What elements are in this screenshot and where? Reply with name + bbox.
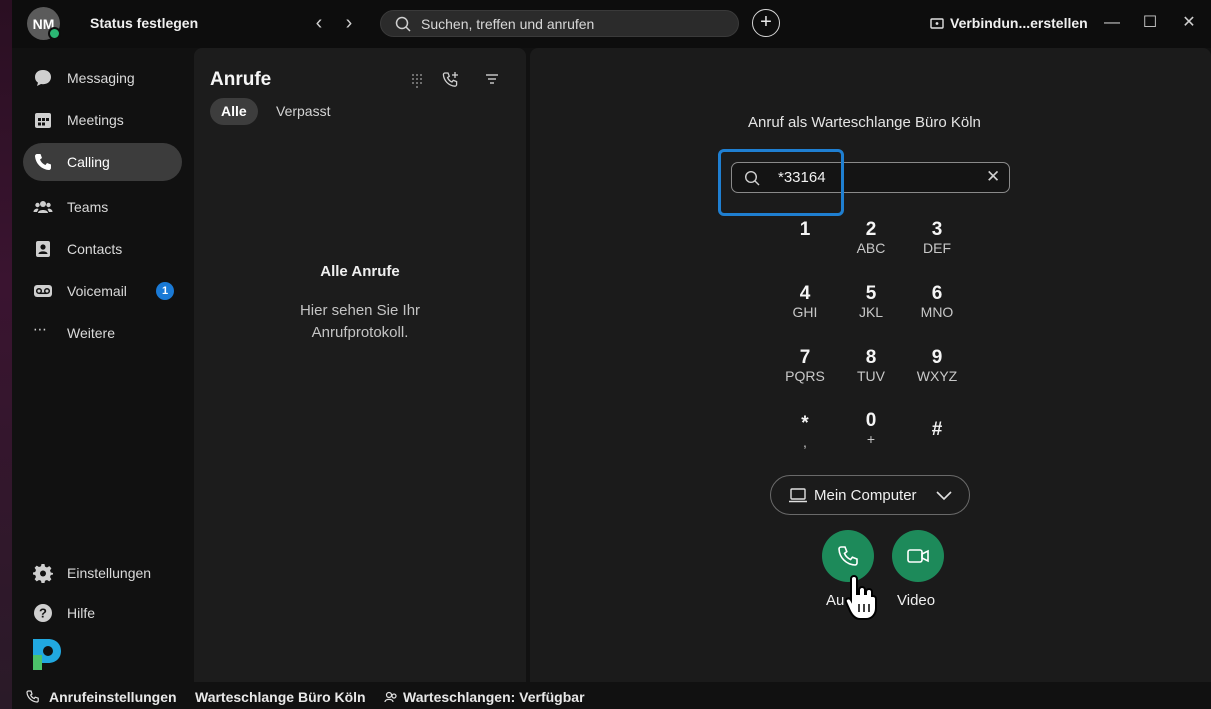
keypad-key-5[interactable]: 5 JKL: [841, 284, 901, 321]
tab-all[interactable]: Alle: [210, 98, 258, 125]
webex-app-window: NM Status festlegen ‹ › Suchen, treffen …: [12, 0, 1211, 709]
sidebar-item-label: Meetings: [67, 112, 124, 128]
dialer-panel: Anruf als Warteschlange Büro Köln *33164…: [530, 48, 1211, 682]
keypad-key-star[interactable]: *,: [775, 414, 835, 451]
sidebar-item-more[interactable]: ⋯ Weitere: [23, 314, 182, 352]
device-connect-icon: [930, 17, 944, 35]
queue-icon: [384, 690, 398, 709]
set-status-button[interactable]: Status festlegen: [90, 15, 198, 31]
sidebar-item-label: Contacts: [67, 241, 123, 257]
sidebar-item-teams[interactable]: Teams: [23, 188, 182, 226]
voicemail-icon: [33, 281, 53, 301]
sidebar-item-label: Teams: [67, 199, 109, 215]
sidebar-item-meetings[interactable]: Meetings: [23, 101, 182, 139]
video-call-label: Video: [897, 592, 936, 609]
app-logo-icon: [30, 636, 64, 677]
calendar-icon: [33, 110, 53, 130]
filter-icon[interactable]: [482, 70, 502, 90]
device-label: Mein Computer: [814, 487, 917, 504]
page-title: Anrufe: [210, 69, 272, 90]
keypad-key-3[interactable]: 3 DEF: [907, 220, 967, 257]
call-settings-link[interactable]: Anrufeinstellungen: [49, 689, 177, 705]
back-arrow-icon[interactable]: ‹: [309, 12, 329, 34]
audio-call-label: Au: [826, 592, 845, 609]
empty-state-description: Hier sehen Sie Ihr Anrufprotokoll.: [299, 302, 421, 341]
keypad-key-hash[interactable]: #: [907, 420, 967, 440]
connect-device-button[interactable]: Verbindun...erstellen: [950, 15, 1088, 31]
sidebar-item-messaging[interactable]: Messaging: [23, 59, 182, 97]
svg-text:?: ?: [39, 606, 47, 621]
contact-card-icon: [33, 239, 53, 259]
forward-arrow-icon[interactable]: ›: [339, 12, 359, 34]
sidebar-item-help[interactable]: ? Hilfe: [23, 594, 182, 632]
sidebar-item-label: Hilfe: [67, 605, 96, 621]
chat-bubble-icon: [33, 68, 53, 88]
search-input[interactable]: Suchen, treffen und anrufen: [380, 10, 739, 37]
sidebar-item-label: Voicemail: [67, 283, 127, 299]
minimize-icon[interactable]: —: [1101, 12, 1123, 34]
presence-indicator: [48, 27, 61, 40]
focus-highlight: [718, 149, 844, 216]
close-icon[interactable]: ✕: [1178, 12, 1200, 34]
queue-status-label[interactable]: Warteschlangen: Verfügbar: [403, 689, 585, 705]
status-bar: Anrufeinstellungen Warteschlange Büro Kö…: [12, 682, 1211, 709]
laptop-icon: [788, 488, 808, 508]
sidebar-item-label: Einstellungen: [67, 565, 152, 581]
keypad-key-8[interactable]: 8 TUV: [841, 348, 901, 385]
phone-add-icon[interactable]: [441, 70, 461, 90]
call-as-queue-label: Anruf als Warteschlange Büro Köln: [748, 114, 981, 131]
audio-device-selector[interactable]: Mein Computer: [770, 475, 970, 515]
sidebar-item-settings[interactable]: Einstellungen: [23, 554, 182, 592]
voicemail-count-badge: 1: [156, 282, 174, 300]
dialpad-grid-icon[interactable]: [407, 70, 427, 90]
video-call-button[interactable]: [892, 530, 944, 582]
chevron-down-icon: [935, 488, 953, 506]
sidebar-item-voicemail[interactable]: Voicemail 1: [23, 272, 182, 310]
hand-cursor-icon: [844, 574, 879, 627]
sidebar-item-label: Weitere: [67, 325, 115, 341]
people-icon: [33, 197, 53, 217]
desktop-edge: [0, 0, 12, 709]
search-placeholder: Suchen, treffen und anrufen: [421, 16, 595, 32]
keypad-key-1[interactable]: 1: [775, 220, 835, 240]
tab-missed[interactable]: Verpasst: [265, 98, 341, 125]
queue-name-label[interactable]: Warteschlange Büro Köln: [195, 689, 366, 705]
phone-settings-icon: [26, 690, 40, 709]
keypad-key-0[interactable]: 0 +: [841, 411, 901, 448]
gear-icon: [33, 563, 53, 583]
clear-icon[interactable]: ✕: [986, 167, 1000, 187]
sidebar-item-label: Calling: [67, 154, 110, 170]
help-icon: ?: [33, 603, 53, 623]
keypad-key-6[interactable]: 6 MNO: [907, 284, 967, 321]
more-dots-icon: ⋯: [33, 321, 47, 337]
keypad-key-2[interactable]: 2 ABC: [841, 220, 901, 257]
title-bar: NM Status festlegen ‹ › Suchen, treffen …: [12, 0, 1211, 48]
phone-icon: [33, 152, 53, 172]
sidebar-item-label: Messaging: [67, 70, 135, 86]
search-icon: [395, 16, 411, 37]
sidebar: Messaging Meetings Calling Teams Contact…: [12, 48, 193, 682]
sidebar-item-contacts[interactable]: Contacts: [23, 230, 182, 268]
sidebar-item-calling[interactable]: Calling: [23, 143, 182, 181]
keypad-key-9[interactable]: 9 WXYZ: [907, 348, 967, 385]
keypad-key-4[interactable]: 4 GHI: [775, 284, 835, 321]
keypad-key-7[interactable]: 7 PQRS: [775, 348, 835, 385]
empty-state-title: Alle Anrufe: [320, 263, 400, 280]
new-action-button[interactable]: +: [752, 9, 780, 37]
calls-panel: Anrufe Alle Verpasst Alle Anrufe Hier se…: [194, 48, 526, 682]
maximize-icon[interactable]: ☐: [1139, 12, 1161, 34]
